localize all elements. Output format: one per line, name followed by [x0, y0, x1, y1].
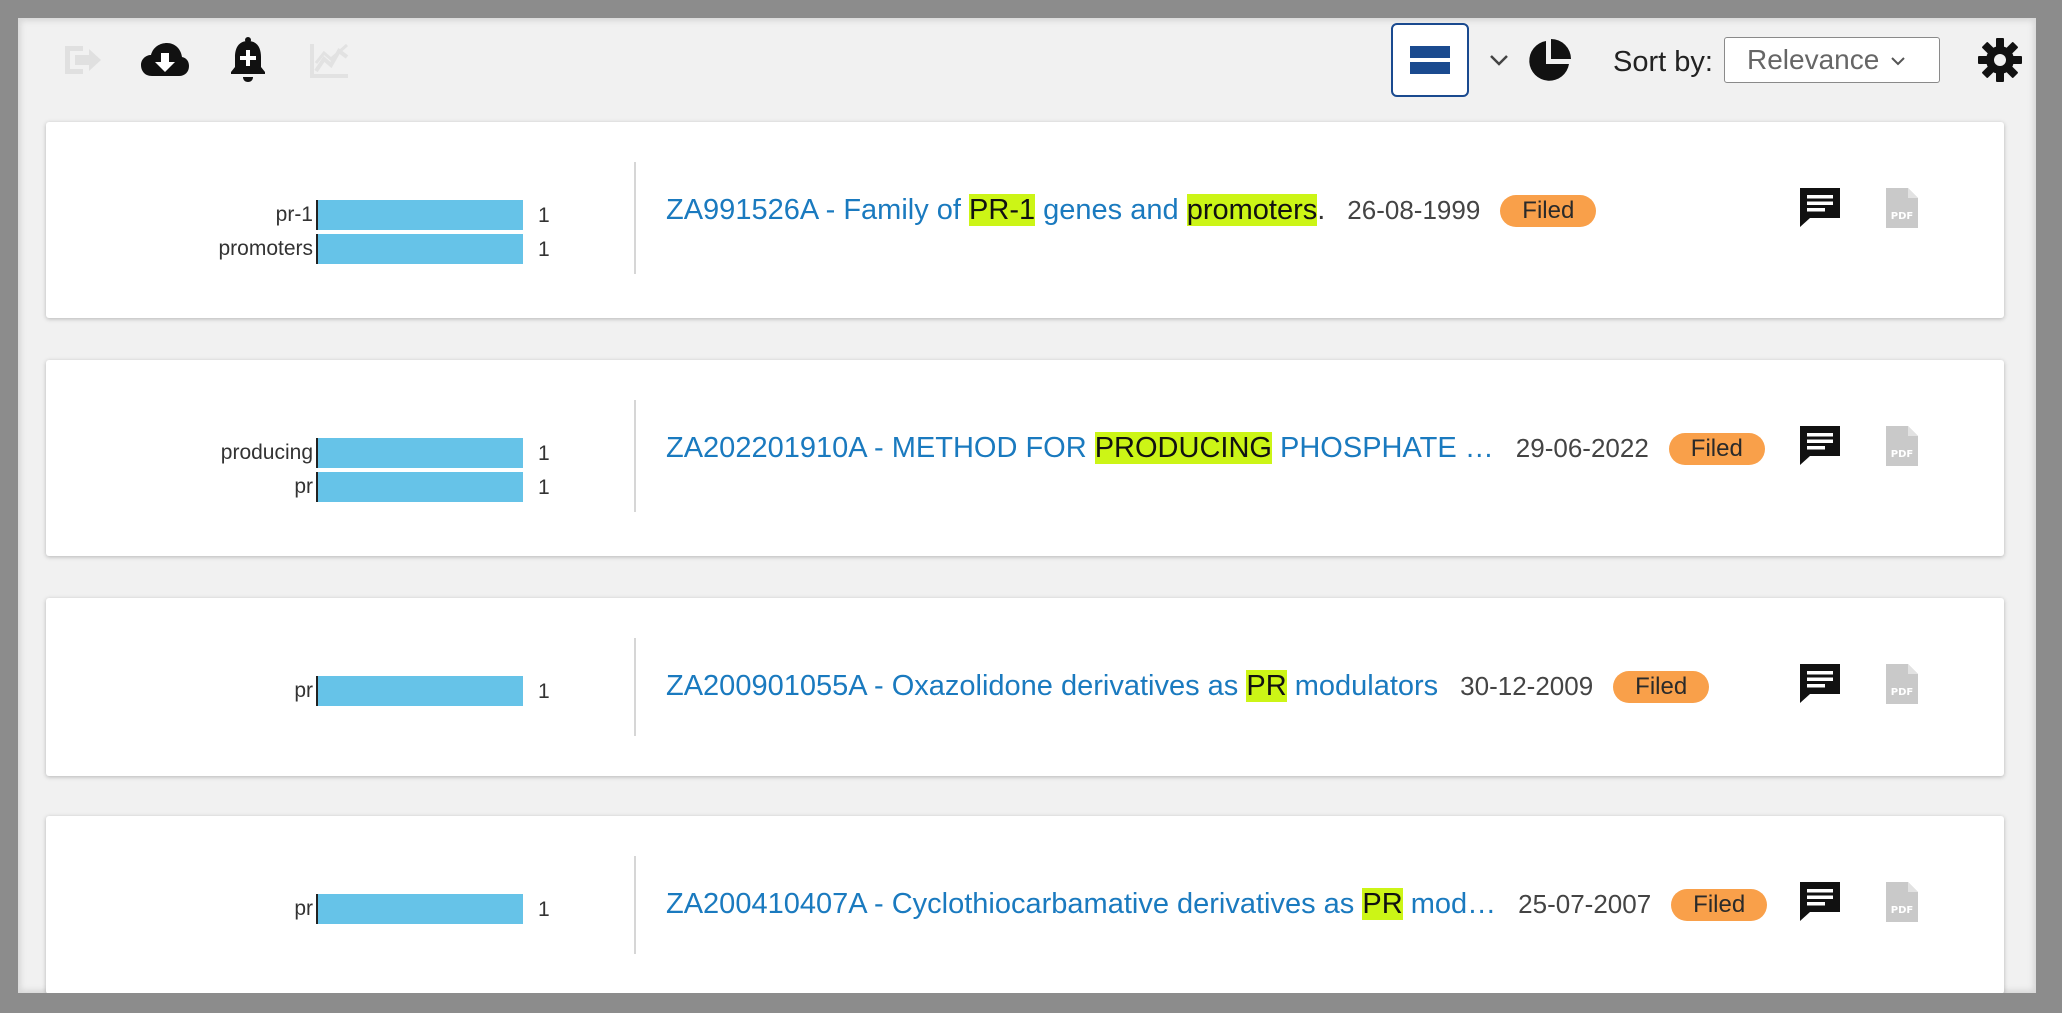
bar	[318, 472, 523, 502]
sort-value: Relevance	[1747, 44, 1880, 75]
gear-icon[interactable]	[1976, 36, 2024, 84]
term-frequency-chart: pr-1 1 promoters 1	[46, 122, 606, 318]
bar	[318, 676, 523, 706]
result-date: 25-07-2007	[1518, 889, 1652, 919]
title-text: genes and	[1035, 194, 1187, 226]
chevron-down-icon[interactable]	[1487, 48, 1511, 72]
app-frame: Sort by: Relevance pr-1 1 promoters 1 ZA…	[18, 18, 2036, 993]
title-highlight: promoters	[1186, 194, 1318, 226]
cloud-download-icon[interactable]	[138, 38, 192, 82]
term-frequency-chart: pr 1	[46, 816, 606, 993]
list-view-icon	[1410, 46, 1450, 74]
bar-value: 1	[538, 898, 550, 921]
title-text: .	[1317, 194, 1326, 226]
comment-icon[interactable]	[1798, 424, 1842, 471]
pdf-icon[interactable]: PDF	[1884, 186, 1920, 235]
result-date: 30-12-2009	[1460, 671, 1594, 701]
pdf-icon[interactable]: PDF	[1884, 424, 1920, 473]
term-frequency-chart: pr 1	[46, 598, 606, 776]
result-title-line: ZA200901055A - Oxazolidone derivatives a…	[666, 670, 1710, 703]
status-badge: Filed	[1668, 432, 1765, 465]
result-card: producing 1 pr 1 ZA202201910A - METHOD F…	[46, 360, 2004, 556]
pdf-icon[interactable]: PDF	[1884, 662, 1920, 711]
bar-row: pr 1	[46, 472, 606, 502]
bar-label: promoters	[218, 237, 313, 260]
title-highlight: PR	[1246, 670, 1287, 702]
chart-icon[interactable]	[308, 40, 352, 80]
status-badge: Filed	[1671, 888, 1768, 921]
bar	[318, 234, 523, 264]
chevron-down-icon	[1891, 50, 1906, 71]
bar-label: producing	[220, 441, 313, 464]
result-card: pr 1 ZA200901055A - Oxazolidone derivati…	[46, 598, 2004, 776]
bar-label: pr-1	[275, 203, 313, 226]
result-card: pr-1 1 promoters 1 ZA991526A - Family of…	[46, 122, 2004, 318]
svg-text:PDF: PDF	[1891, 449, 1913, 460]
divider	[634, 856, 636, 954]
bar-value: 1	[538, 680, 550, 703]
bar-row: pr-1 1	[46, 200, 606, 230]
term-frequency-chart: producing 1 pr 1	[46, 360, 606, 556]
bar-row: pr 1	[46, 676, 606, 706]
title-text: PHOSPHATE …	[1271, 432, 1494, 464]
title-text: ZA200901055A - Oxazolidone derivatives a…	[666, 670, 1247, 702]
sort-select[interactable]: Relevance	[1724, 37, 1940, 83]
result-title-link[interactable]: ZA202201910A - METHOD FOR PRODUCING PHOS…	[666, 432, 1494, 465]
result-title-line: ZA991526A - Family of PR-1 genes and pro…	[666, 194, 1597, 227]
result-title-line: ZA202201910A - METHOD FOR PRODUCING PHOS…	[666, 432, 1765, 465]
bar	[318, 200, 523, 230]
status-badge: Filed	[1500, 194, 1597, 227]
title-text: modulators	[1286, 670, 1439, 702]
result-date: 29-06-2022	[1515, 433, 1649, 463]
bar-value: 1	[538, 442, 550, 465]
result-date: 26-08-1999	[1347, 195, 1481, 225]
bar-value: 1	[538, 204, 550, 227]
pdf-icon[interactable]: PDF	[1884, 880, 1920, 929]
list-view-button[interactable]	[1391, 23, 1469, 97]
title-highlight: PR	[1362, 888, 1403, 920]
divider	[634, 400, 636, 512]
sort-label: Sort by:	[1613, 46, 1713, 78]
export-icon[interactable]	[60, 40, 106, 80]
bar-value: 1	[538, 238, 550, 261]
title-text: mod…	[1402, 888, 1497, 920]
svg-text:PDF: PDF	[1891, 905, 1913, 916]
result-title-link[interactable]: ZA991526A - Family of PR-1 genes and pro…	[666, 194, 1325, 227]
svg-text:PDF: PDF	[1891, 687, 1913, 698]
bar-label: pr	[294, 475, 313, 498]
comment-icon[interactable]	[1798, 186, 1842, 233]
divider	[634, 638, 636, 736]
result-title-link[interactable]: ZA200901055A - Oxazolidone derivatives a…	[666, 670, 1438, 703]
pie-chart-icon[interactable]	[1524, 36, 1574, 86]
bar-row: producing 1	[46, 438, 606, 468]
title-highlight: PR-1	[969, 194, 1036, 226]
bar-row: pr 1	[46, 894, 606, 924]
add-alert-icon[interactable]	[226, 34, 270, 84]
title-text: ZA202201910A - METHOD FOR	[666, 432, 1095, 464]
bar-value: 1	[538, 476, 550, 499]
comment-icon[interactable]	[1798, 662, 1842, 709]
svg-text:PDF: PDF	[1891, 211, 1913, 222]
title-text: ZA200410407A - Cyclothiocarbamative deri…	[666, 888, 1363, 920]
result-title-line: ZA200410407A - Cyclothiocarbamative deri…	[666, 888, 1768, 921]
comment-icon[interactable]	[1798, 880, 1842, 927]
result-title-link[interactable]: ZA200410407A - Cyclothiocarbamative deri…	[666, 888, 1496, 921]
bar-label: pr	[294, 679, 313, 702]
status-badge: Filed	[1613, 670, 1710, 703]
bar-label: pr	[294, 897, 313, 920]
toolbar: Sort by: Relevance	[18, 18, 2036, 102]
bar	[318, 894, 523, 924]
result-card: pr 1 ZA200410407A - Cyclothiocarbamative…	[46, 816, 2004, 993]
divider	[634, 162, 636, 274]
bar	[318, 438, 523, 468]
bar-row: promoters 1	[46, 234, 606, 264]
title-highlight: PRODUCING	[1094, 432, 1272, 464]
title-text: ZA991526A - Family of	[666, 194, 970, 226]
